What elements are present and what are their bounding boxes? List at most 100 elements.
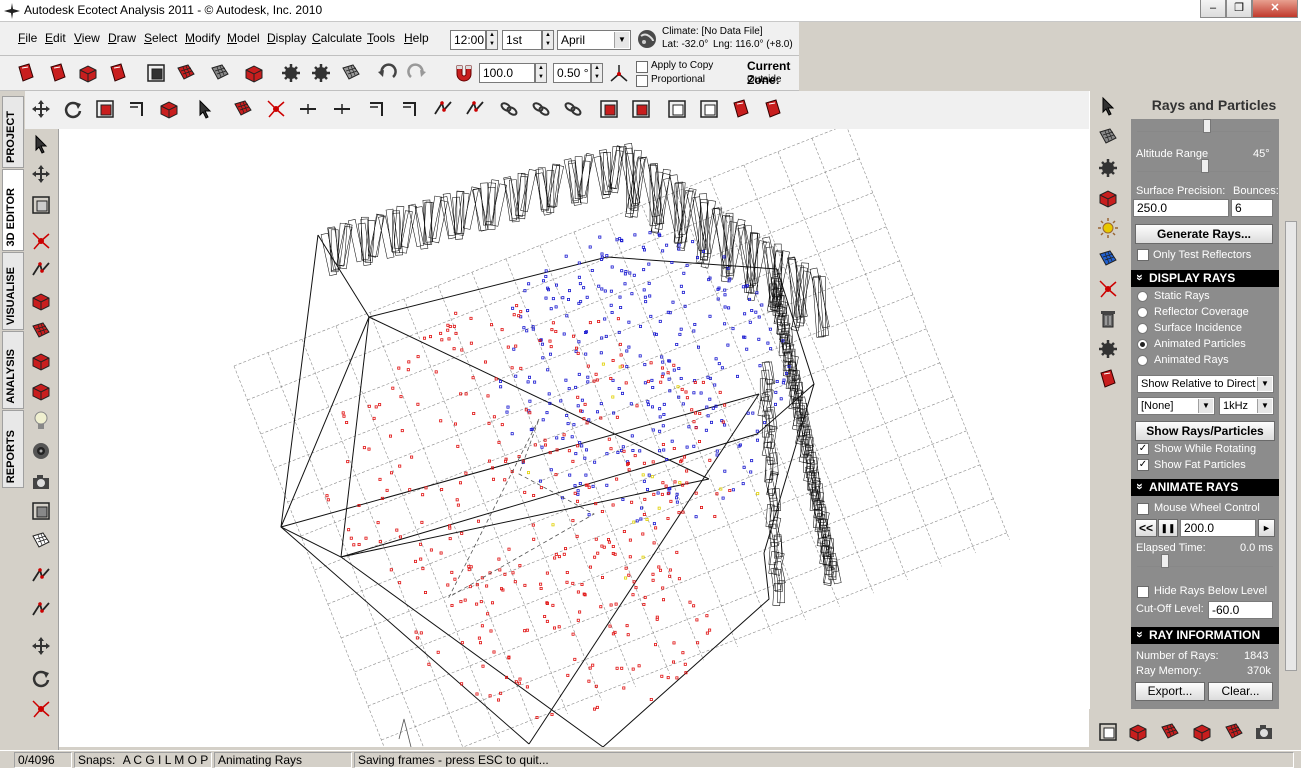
print-icon[interactable] — [144, 61, 168, 85]
surface-tool-icon[interactable] — [29, 319, 53, 343]
radio-animated-rays[interactable] — [1137, 355, 1148, 366]
animation-speed-field[interactable]: 200.0 — [1180, 519, 1256, 537]
undo-icon[interactable] — [375, 61, 399, 85]
menu-edit[interactable]: Edit — [45, 31, 66, 45]
magnet-icon[interactable] — [453, 62, 475, 84]
restore-button[interactable]: ❐ — [1226, 0, 1252, 18]
plane-tool-icon[interactable] — [29, 289, 53, 313]
display-rays-header[interactable]: DISPLAY RAYS — [1131, 270, 1279, 287]
move-tool-icon[interactable] — [29, 97, 53, 121]
grid-size-field[interactable]: 100.0 — [479, 63, 535, 83]
show-rays-particles-button[interactable]: Show Rays/Particles — [1135, 421, 1275, 441]
axes-icon[interactable] — [608, 62, 630, 84]
polyline-tool-icon[interactable] — [29, 564, 53, 588]
snap-bottom-icon[interactable] — [697, 97, 721, 121]
cut-tool-icon[interactable] — [264, 97, 288, 121]
snap-top-icon[interactable] — [665, 97, 689, 121]
select-all-icon[interactable] — [1096, 720, 1120, 744]
current-zone-value[interactable]: Outside — [747, 74, 781, 85]
ungroup-icon[interactable] — [629, 97, 653, 121]
distribute-icon[interactable] — [761, 97, 785, 121]
menu-tools[interactable]: Tools — [367, 31, 395, 45]
panel-scrollbar[interactable] — [1285, 221, 1297, 671]
solar-icon[interactable] — [1096, 216, 1120, 240]
model-scene[interactable] — [59, 124, 1089, 768]
line-tool-icon[interactable] — [29, 258, 53, 282]
zoom-tool-icon[interactable] — [29, 697, 53, 721]
mouse-wheel-checkbox[interactable] — [1137, 503, 1149, 515]
curve-tool-icon[interactable] — [29, 598, 53, 622]
hide-rays-below-checkbox[interactable] — [1137, 586, 1149, 598]
save-file-icon[interactable] — [76, 61, 100, 85]
chamfer-tool-icon[interactable] — [398, 97, 422, 121]
render-icon[interactable] — [1126, 720, 1150, 744]
appliance-tool-icon[interactable] — [29, 499, 53, 523]
menu-model[interactable]: Model — [227, 31, 260, 45]
stretch-tool-icon[interactable] — [463, 97, 487, 121]
menu-file[interactable]: File — [18, 31, 37, 45]
show-fat-particles-checkbox[interactable]: ✓ — [1137, 459, 1149, 471]
speaker-tool-icon[interactable] — [29, 439, 53, 463]
array-tool-icon[interactable] — [231, 97, 255, 121]
extrude-tool-icon[interactable] — [157, 97, 181, 121]
snapshot-icon[interactable] — [1252, 720, 1276, 744]
day-field[interactable]: 1st — [502, 30, 542, 50]
month-select[interactable]: April ▼ — [557, 30, 631, 50]
mirror-tool-icon[interactable] — [125, 97, 149, 121]
frequency-select[interactable]: 1kHz ▼ — [1219, 397, 1274, 415]
tab-analysis[interactable]: ANALYSIS — [2, 331, 24, 409]
rotate-tool-icon[interactable] — [61, 97, 85, 121]
cutoff-level-field[interactable]: -60.0 — [1208, 601, 1273, 619]
menu-modify[interactable]: Modify — [185, 31, 220, 45]
snaps-indicator[interactable]: Snaps: A C G I L M O P — [74, 752, 212, 768]
snap-angle-spinner[interactable]: ▲ ▼ — [591, 63, 603, 83]
stack-icon[interactable] — [339, 61, 363, 85]
block-tool-icon[interactable] — [29, 349, 53, 373]
show-while-rotating-checkbox[interactable]: ✓ — [1137, 443, 1149, 455]
filter-select[interactable]: [None] ▼ — [1137, 397, 1215, 415]
pan-tool-icon[interactable] — [29, 162, 53, 186]
menu-draw[interactable]: Draw — [108, 31, 136, 45]
grid-tool-icon[interactable] — [29, 529, 53, 553]
layers-icon[interactable] — [208, 61, 232, 85]
scale-tool-icon[interactable] — [93, 97, 117, 121]
rewind-button[interactable]: << — [1135, 519, 1157, 537]
link-icon[interactable] — [529, 97, 553, 121]
time-spinner[interactable]: ▲ ▼ — [486, 30, 498, 50]
group-icon[interactable] — [597, 97, 621, 121]
time-field[interactable]: 12:00 — [450, 30, 486, 50]
grid-size-spinner[interactable]: ▲ ▼ — [535, 63, 547, 83]
3d-viewport[interactable] — [59, 124, 1089, 768]
new-file-icon[interactable] — [14, 61, 38, 85]
surface-grid-icon[interactable] — [174, 61, 198, 85]
menu-view[interactable]: View — [74, 31, 100, 45]
thermal-icon[interactable] — [1096, 247, 1120, 271]
surface-precision-field[interactable]: 250.0 — [1133, 199, 1229, 217]
split-tool-icon[interactable] — [193, 97, 217, 121]
point-tool-icon[interactable] — [29, 229, 53, 253]
radio-surface-incidence[interactable] — [1137, 323, 1148, 334]
flag-icon[interactable] — [106, 61, 130, 85]
menu-calculate[interactable]: Calculate — [312, 31, 362, 45]
rays-icon[interactable] — [1096, 277, 1120, 301]
radio-animated-particles[interactable] — [1137, 339, 1148, 350]
link-break-icon[interactable] — [561, 97, 585, 121]
align-icon[interactable] — [729, 97, 753, 121]
tab-project[interactable]: PROJECT — [2, 96, 24, 168]
relative-select[interactable]: Show Relative to Direct ▼ — [1137, 375, 1274, 393]
camera-tool-icon[interactable] — [29, 470, 53, 494]
animate-rays-header[interactable]: ANIMATE RAYS — [1131, 479, 1279, 496]
menu-select[interactable]: Select — [144, 31, 177, 45]
analysis-grid-icon[interactable] — [1096, 156, 1120, 180]
mesh-icon[interactable] — [1158, 720, 1182, 744]
tab-reports[interactable]: REPORTS — [2, 410, 24, 488]
spin-tool-icon[interactable] — [29, 666, 53, 690]
ray-information-header[interactable]: RAY INFORMATION — [1131, 627, 1279, 644]
join-tool-icon[interactable] — [296, 97, 320, 121]
wire-icon[interactable] — [1222, 720, 1246, 744]
azimuth-slider[interactable] — [1137, 119, 1271, 133]
fillet-tool-icon[interactable] — [365, 97, 389, 121]
divide-tool-icon[interactable] — [330, 97, 354, 121]
bounces-field[interactable]: 6 — [1231, 199, 1273, 217]
day-spinner[interactable]: ▲ ▼ — [542, 30, 554, 50]
